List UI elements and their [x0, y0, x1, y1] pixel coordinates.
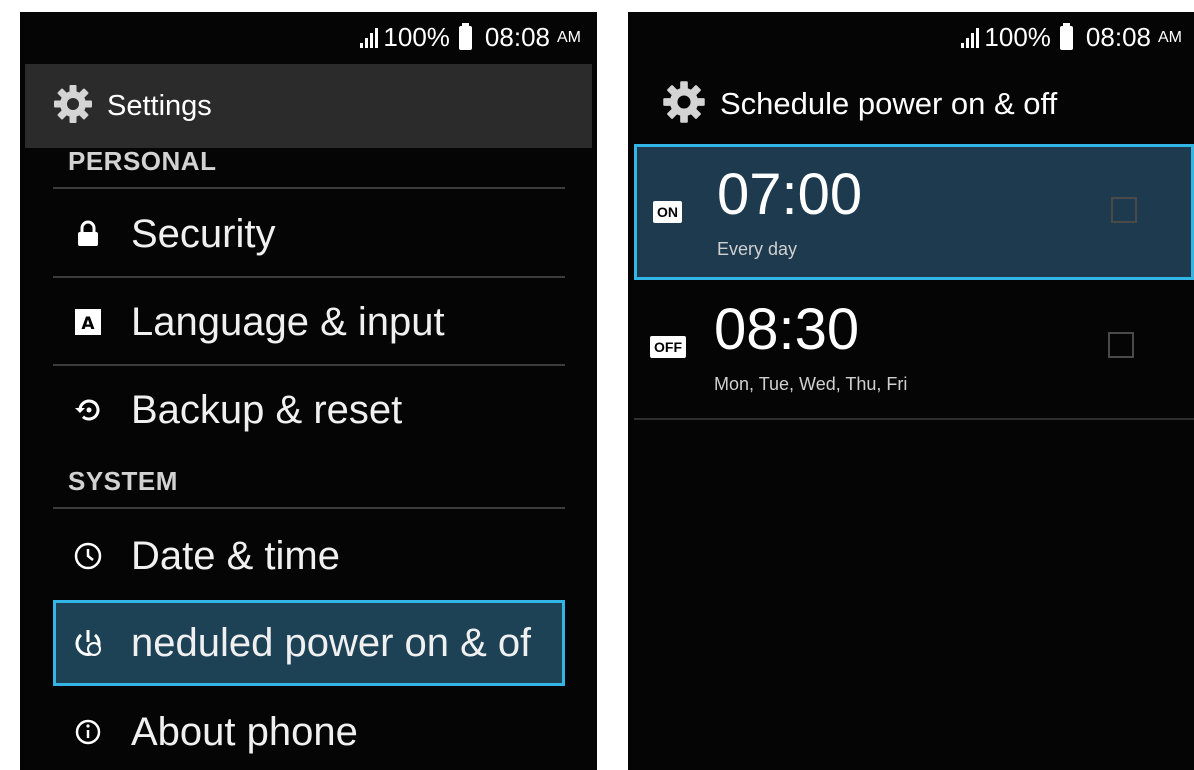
battery-icon [1059, 22, 1073, 50]
signal-icon [360, 27, 380, 48]
settings-action-bar: Settings [25, 64, 592, 148]
divider [53, 187, 565, 189]
schedule-checkbox[interactable] [1111, 197, 1137, 223]
battery-percent: 100% [383, 22, 450, 52]
menu-item-label: Date & time [131, 533, 340, 578]
schedule-time: 08:30 [714, 297, 860, 362]
lock-icon [71, 219, 105, 249]
clock-ampm: AM [557, 28, 581, 46]
schedule-days: Every day [717, 239, 798, 259]
clock-time: 08:08 [1085, 22, 1151, 52]
divider [53, 364, 565, 366]
backup-reset-icon [71, 395, 105, 425]
schedule-checkbox[interactable] [1108, 332, 1134, 358]
battery-icon [458, 22, 472, 50]
menu-item-about-phone[interactable]: About phone [53, 690, 565, 770]
page-title: Schedule power on & off [720, 86, 1058, 121]
divider [53, 507, 565, 509]
signal-icon [961, 27, 981, 48]
section-header-system: SYSTEM [68, 466, 178, 496]
menu-item-language-input[interactable]: A Language & input [53, 280, 565, 364]
menu-item-label: About phone [131, 709, 358, 754]
info-icon [71, 718, 105, 746]
scheduled-power-icon [71, 627, 105, 659]
status-bar: 100% 08:08 AM [20, 12, 597, 64]
battery-percent: 100% [984, 22, 1051, 52]
menu-item-scheduled-power[interactable]: neduled power on & of [53, 600, 565, 686]
divider [53, 276, 565, 278]
menu-item-label: neduled power on & of [131, 620, 532, 665]
schedule-item-off[interactable]: OFF 08:30 Mon, Tue, Wed, Thu, Fri [634, 282, 1194, 418]
state-badge-off: OFF [650, 336, 686, 358]
menu-item-label: Language & input [131, 299, 445, 344]
schedule-action-bar: Schedule power on & off [628, 64, 1194, 144]
menu-item-date-time[interactable]: Date & time [53, 514, 565, 598]
page-title: Settings [107, 89, 212, 122]
clock-icon [71, 541, 105, 571]
menu-item-backup-reset[interactable]: Backup & reset [53, 368, 565, 452]
state-badge-on: ON [653, 201, 682, 223]
clock-ampm: AM [1158, 28, 1182, 46]
menu-item-security[interactable]: Security [53, 192, 565, 276]
status-bar: 100% 08:08 AM [628, 12, 1194, 64]
divider [634, 418, 1194, 420]
schedule-item-on[interactable]: ON 07:00 Every day [634, 144, 1194, 280]
schedule-screen: 100% 08:08 AM Schedule power on & off ON… [628, 12, 1194, 770]
svg-text:A: A [81, 314, 95, 334]
settings-screen: 100% 08:08 AM Settings PERSONAL Security… [20, 12, 597, 770]
language-icon: A [71, 308, 105, 336]
gear-icon[interactable] [660, 78, 708, 131]
section-header-personal: PERSONAL [68, 146, 217, 176]
schedule-days: Mon, Tue, Wed, Thu, Fri [714, 374, 908, 394]
clock-time: 08:08 [484, 22, 550, 52]
schedule-time: 07:00 [717, 162, 863, 227]
menu-item-label: Backup & reset [131, 387, 403, 432]
gear-icon[interactable] [51, 82, 95, 131]
menu-item-label: Security [131, 211, 276, 256]
